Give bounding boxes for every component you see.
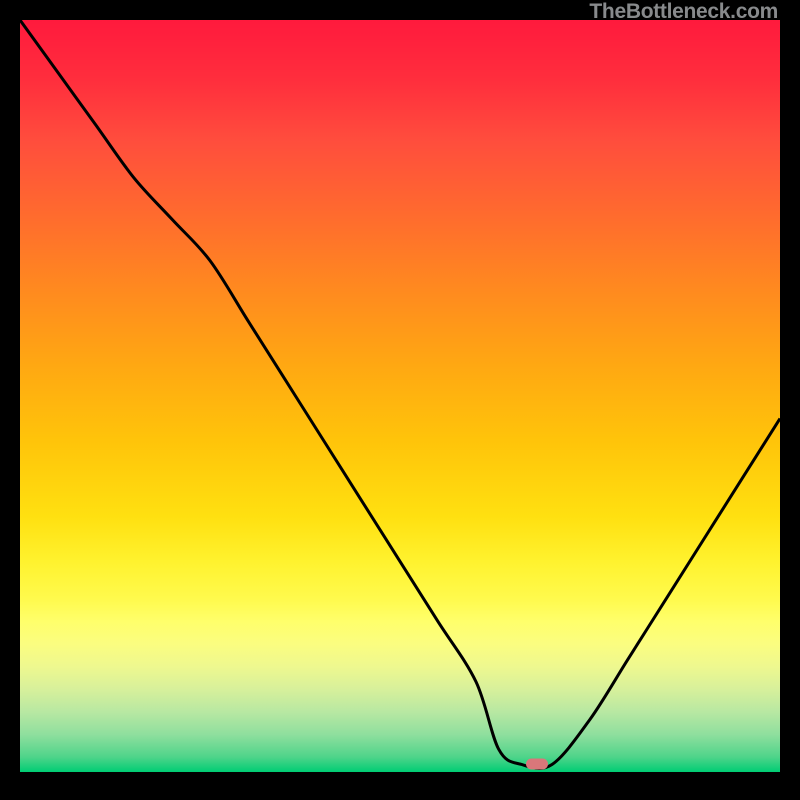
chart-border-bottom [0, 772, 800, 800]
bottleneck-curve [20, 20, 780, 772]
watermark-text: TheBottleneck.com [589, 0, 778, 24]
optimal-marker [526, 759, 548, 770]
plot-area [20, 20, 780, 772]
